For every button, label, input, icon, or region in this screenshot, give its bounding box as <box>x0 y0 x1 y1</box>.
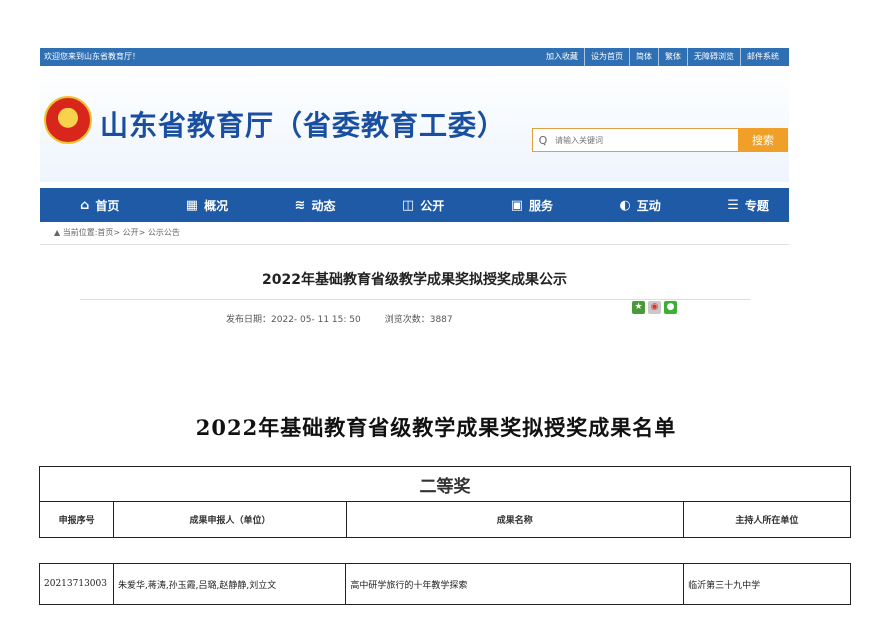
document-title: 2022年基础教育省级教学成果奖拟授奖成果名单 <box>195 415 677 440</box>
top-links: 加入收藏 设为首页 简体 繁体 无障碍浏览 邮件系统 <box>540 48 785 66</box>
wechat-icon[interactable]: ● <box>664 301 677 314</box>
table-cell-unit: 临沂第三十九中学 <box>683 563 851 605</box>
favorite-star-icon[interactable]: ★ <box>632 301 645 314</box>
nav-overview[interactable]: ▦ 概况 <box>186 197 228 214</box>
share-buttons: ★ ◉ ● <box>632 301 677 314</box>
article-title: 2022年基础教育省级教学成果奖拟授奖成果公示 <box>262 272 567 288</box>
divider <box>79 299 750 300</box>
top-link-accessibility[interactable]: 无障碍浏览 <box>687 48 740 66</box>
column-header-applicants: 成果申报人（单位） <box>113 501 347 538</box>
column-header-serial: 申报序号 <box>38 501 115 538</box>
column-header-unit: 主持人所在单位 <box>682 501 852 538</box>
top-link-homepage[interactable]: 设为首页 <box>584 48 629 66</box>
nav-service[interactable]: ▣ 服务 <box>511 197 553 214</box>
column-header-achievement: 成果名称 <box>345 501 684 538</box>
publish-date: 2022- 05- 11 15: 50 <box>271 315 361 325</box>
top-bar: 欢迎您来到山东省教育厅！ 加入收藏 设为首页 简体 繁体 无障碍浏览 邮件系统 <box>40 48 789 66</box>
award-table-body: 20213713003 朱爱华,蒋涛,孙玉霞,吕璐,赵静静,刘立文 高中研学旅行… <box>39 563 851 605</box>
service-icon: ▣ <box>510 197 523 213</box>
table-row: 20213713003 朱爱华,蒋涛,孙玉霞,吕璐,赵静静,刘立文 高中研学旅行… <box>39 563 851 605</box>
chat-icon: ◐ <box>619 197 631 213</box>
top-link-mail[interactable]: 邮件系统 <box>740 48 785 66</box>
search-box: Q <box>532 128 740 152</box>
views-label: 浏览次数： <box>384 315 430 325</box>
top-link-simplified[interactable]: 简体 <box>629 48 658 66</box>
location-icon: ▲ <box>54 228 63 237</box>
nav-topics[interactable]: ☰ 专题 <box>727 197 769 214</box>
nav-interaction[interactable]: ◐ 互动 <box>619 197 660 214</box>
search-icon: Q <box>538 133 548 147</box>
national-emblem-icon: ★ <box>44 96 92 144</box>
top-link-favorite[interactable]: 加入收藏 <box>540 48 584 66</box>
table-cell-applicants: 朱爱华,蒋涛,孙玉霞,吕璐,赵静静,刘立文 <box>112 563 347 605</box>
publish-label: 发布日期： <box>226 315 272 325</box>
site-header: ★ 山东省教育厅（省委教育工委） Q 搜索 <box>40 66 789 182</box>
view-count: 3887 <box>429 315 453 325</box>
breadcrumb: ▲ 当前位置:首页> 公开> 公示公告 <box>40 222 789 245</box>
building-icon: ▦ <box>185 197 199 213</box>
top-link-traditional[interactable]: 繁体 <box>658 48 687 66</box>
nav-home[interactable]: ⌂ 首页 <box>80 197 119 214</box>
search-button[interactable]: 搜索 <box>738 128 788 152</box>
main-nav: ⌂ 首页 ▦ 概况 ≋ 动态 ◫ 公开 ▣ 服务 ◐ 互动 ☰ 专题 <box>40 188 789 222</box>
prize-level: 二等奖 <box>39 466 851 502</box>
stack-icon: ≋ <box>294 197 306 213</box>
table-cell-achievement: 高中研学旅行的十年教学探索 <box>345 563 685 605</box>
document-icon: ☰ <box>727 197 739 213</box>
weibo-icon[interactable]: ◉ <box>648 301 661 314</box>
table-cell-serial: 20213713003 <box>39 563 114 605</box>
search-input[interactable] <box>553 134 727 146</box>
website-screenshot: 欢迎您来到山东省教育厅！ 加入收藏 设为首页 简体 繁体 无障碍浏览 邮件系统 … <box>40 48 789 338</box>
nav-news[interactable]: ≋ 动态 <box>295 197 336 214</box>
award-table-header: 二等奖 申报序号 成果申报人（单位） 成果名称 主持人所在单位 <box>38 466 852 538</box>
book-icon: ◫ <box>401 197 415 213</box>
nav-public[interactable]: ◫ 公开 <box>402 197 444 214</box>
home-icon: ⌂ <box>80 197 90 213</box>
welcome-text: 欢迎您来到山东省教育厅！ <box>44 52 140 61</box>
site-title: 山东省教育厅（省委教育工委） <box>100 109 507 142</box>
